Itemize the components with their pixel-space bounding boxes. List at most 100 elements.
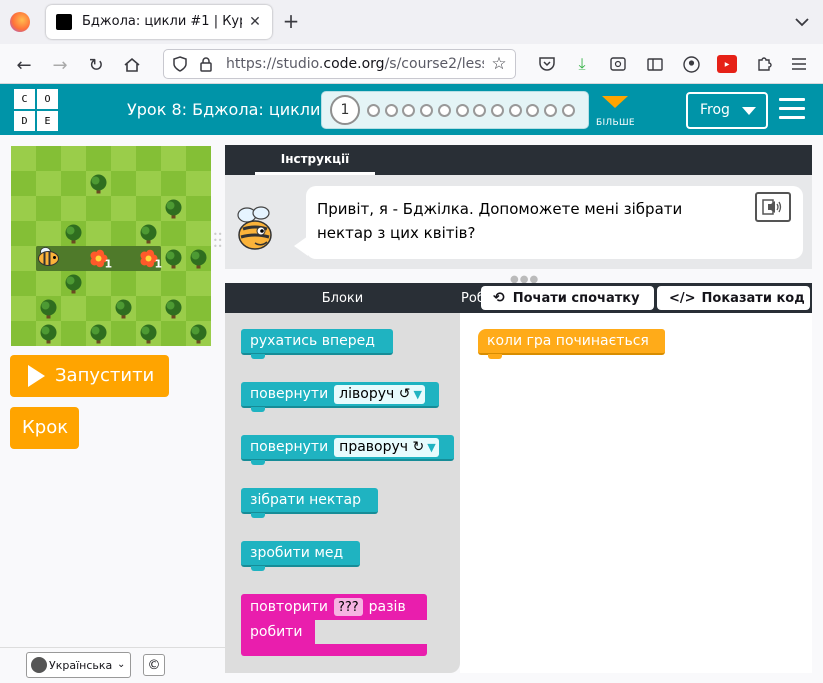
tab-instructions[interactable]: Інструкції [255, 145, 375, 175]
puzzle-dot[interactable] [455, 104, 469, 117]
block-label: повернути [250, 439, 329, 455]
firefox-icon[interactable] [10, 12, 30, 32]
new-tab-button[interactable]: + [280, 9, 302, 33]
code-workspace[interactable]: коли гра починається [460, 313, 812, 673]
grass-tile [186, 171, 211, 196]
step-button[interactable]: Крок [10, 407, 79, 449]
restart-label: Почати спочатку [512, 290, 640, 306]
block-notch [488, 354, 502, 359]
home-icon[interactable] [121, 54, 143, 76]
tree-highlight [166, 301, 175, 310]
url-text[interactable]: https://studio.code.org/s/course2/lesson [226, 56, 484, 72]
grass-tile [111, 196, 136, 221]
dropdown-value: праворуч ↻ [339, 439, 425, 455]
close-tab-icon[interactable]: ✕ [246, 13, 264, 31]
show-code-button[interactable]: </> Показати код [657, 286, 810, 310]
puzzle-dot[interactable] [508, 104, 522, 117]
grass-tile [161, 271, 186, 296]
extension-badge-icon[interactable] [608, 54, 628, 74]
puzzle-dot[interactable] [437, 104, 451, 117]
dropdown-arrow-icon: ▼ [413, 387, 422, 401]
downloads-icon[interactable]: ⤓ [572, 54, 592, 74]
tree-highlight [41, 301, 50, 310]
puzzle-dot[interactable] [544, 104, 557, 117]
site-header: C O D E Урок 8: Бджола: цикли 1 БІЛЬШЕ F… [0, 84, 823, 135]
flower-icon [95, 255, 102, 262]
workspace-header: Блоки Робоча ⟲ Почати спочатку </> Показ… [225, 283, 812, 313]
panel-resize-handle-icon[interactable]: •• •• •• [213, 231, 222, 256]
show-code-label: Показати код [701, 290, 805, 306]
grass-tile [36, 171, 61, 196]
grass-tile [11, 146, 36, 171]
puzzle-dot[interactable] [420, 104, 434, 117]
block-make-honey[interactable]: зробити мед [241, 541, 360, 571]
tree-highlight [166, 251, 175, 260]
puzzle-dot[interactable] [490, 104, 504, 117]
block-repeat[interactable]: повторити ??? разів робити [241, 594, 427, 658]
puzzle-dot[interactable] [526, 104, 540, 117]
block-when-run[interactable]: коли гра починається [478, 329, 665, 359]
grass-tile [11, 171, 36, 196]
repeat-header: повторити ??? разів [241, 594, 427, 620]
direction-dropdown[interactable]: ліворуч ↺ ▼ [334, 384, 425, 404]
dropdown-value: ліворуч ↺ [339, 386, 411, 402]
grass-tile [86, 196, 111, 221]
copyright-button[interactable]: © [143, 654, 165, 676]
tab-blocks: Блоки [321, 290, 364, 306]
pocket-icon[interactable] [537, 54, 557, 74]
instructions-body: Привіт, я - Бджілка. Допоможете мені зіб… [225, 175, 812, 269]
grass-tile [36, 221, 61, 246]
account-icon[interactable] [681, 54, 701, 74]
language-select[interactable]: Українська ⌄ [26, 652, 131, 678]
extensions-puzzle-icon[interactable] [754, 54, 774, 74]
code-org-logo[interactable]: C O D E [14, 89, 58, 131]
speaker-icon [762, 199, 782, 215]
puzzle-dot[interactable] [402, 104, 416, 117]
tab-list-chevron-icon[interactable] [792, 12, 812, 32]
block-get-nectar[interactable]: зібрати нектар [241, 488, 378, 518]
reload-icon[interactable]: ↻ [85, 54, 107, 76]
repeat-count-field[interactable]: ??? [333, 598, 363, 616]
grass-tile [11, 321, 36, 346]
forward-arrow-icon[interactable]: → [49, 54, 71, 76]
shield-icon[interactable] [172, 56, 188, 72]
browser-tab-active[interactable]: Бджола: цикли #1 | Курс 2 ✕ [46, 5, 272, 39]
grass-tile [136, 271, 161, 296]
lesson-title[interactable]: Урок 8: Бджола: цикли [127, 100, 320, 119]
step-label: Крок [22, 417, 69, 438]
reader-view-icon[interactable] [645, 54, 665, 74]
user-name: Frog [700, 102, 730, 118]
grass-tile [86, 271, 111, 296]
hamburger-menu-icon[interactable] [779, 98, 805, 120]
browser-nav-bar: ← → ↻ https://studio.code.org/s/course2/… [0, 44, 823, 84]
tree-highlight [116, 301, 125, 310]
app-menu-icon[interactable] [789, 54, 809, 74]
run-button[interactable]: Запустити [10, 355, 169, 397]
block-turn-left[interactable]: повернути ліворуч ↺ ▼ [241, 382, 439, 412]
block-label: зробити мед [250, 545, 344, 561]
lock-icon[interactable] [198, 56, 214, 72]
puzzle-dot[interactable] [473, 104, 487, 117]
tree-highlight [66, 276, 75, 285]
footer-divider [0, 647, 226, 648]
restart-button[interactable]: ⟲ Почати спочатку [481, 286, 654, 310]
youtube-icon[interactable]: ▶ [717, 55, 737, 73]
user-menu-button[interactable]: Frog [686, 92, 768, 129]
block-label: рухатись вперед [250, 333, 375, 349]
grass-tile [186, 196, 211, 221]
flower-nectar-count: 1 [155, 258, 163, 271]
text-to-speech-button[interactable] [755, 192, 791, 222]
more-button[interactable]: БІЛЬШЕ [596, 94, 636, 128]
block-turn-right[interactable]: повернути праворуч ↻ ▼ [241, 435, 454, 465]
puzzle-dot[interactable] [384, 104, 398, 117]
block-move-forward[interactable]: рухатись вперед [241, 329, 393, 359]
bookmark-star-icon[interactable]: ☆ [490, 54, 508, 74]
direction-dropdown[interactable]: праворуч ↻ ▼ [334, 437, 439, 457]
url-domain: code.org [323, 56, 385, 72]
puzzle-dot[interactable] [367, 104, 380, 117]
current-puzzle-bubble[interactable]: 1 [330, 95, 360, 125]
url-bar[interactable]: https://studio.code.org/s/course2/lesson… [163, 49, 516, 79]
instructions-text: Привіт, я - Бджілка. Допоможете мені зіб… [317, 200, 683, 242]
back-arrow-icon[interactable]: ← [13, 54, 35, 76]
puzzle-dot[interactable] [561, 104, 575, 117]
